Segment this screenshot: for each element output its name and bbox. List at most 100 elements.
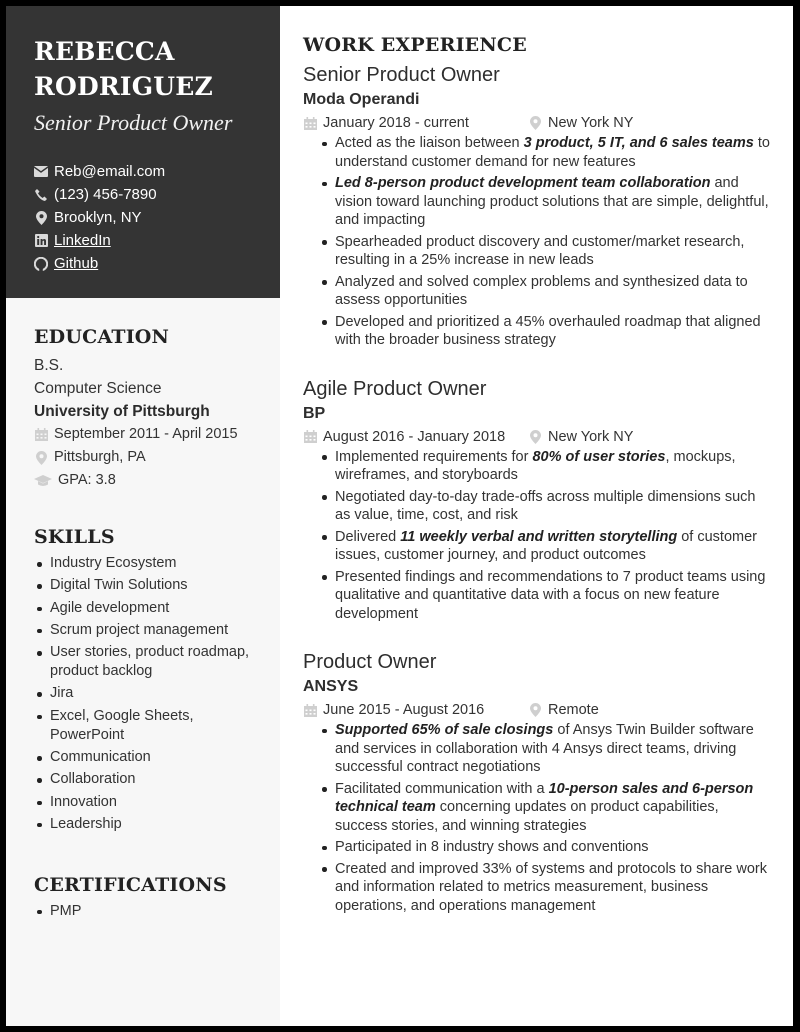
job-bullet: Created and improved 33% of systems and … <box>322 860 773 916</box>
skill-item: Communication <box>37 748 280 767</box>
job-bullet: Facilitated communication with a 10-pers… <box>322 780 773 836</box>
contact-email: Reb@email.com <box>34 160 280 183</box>
profile-header: REBECCA RODRIGUEZ Senior Product Owner R… <box>6 6 280 298</box>
company-name: ANSYS <box>303 678 359 695</box>
job-dates: August 2016 - January 2018 <box>303 426 528 448</box>
degree: B.S. <box>34 357 64 374</box>
full-name: REBECCA RODRIGUEZ <box>34 34 280 104</box>
job-entry: Agile Product Owner BP August 2016 - Jan… <box>303 376 773 624</box>
last-name: RODRIGUEZ <box>34 72 213 101</box>
map-pin-icon <box>528 429 542 444</box>
education-dates: September 2011 - April 2015 <box>34 423 280 446</box>
job-bullet: Delivered 11 weekly verbal and written s… <box>322 528 773 565</box>
skill-item: Industry Ecosystem <box>37 554 280 573</box>
highlight-text: Led 8-person product development team co… <box>335 175 711 191</box>
job-meta: January 2018 - current New York NY <box>303 112 773 134</box>
education-section: EDUCATION B.S. Computer Science Universi… <box>6 326 280 492</box>
job-dates: January 2018 - current <box>303 112 528 134</box>
job-bullet: Supported 65% of sale closings of Ansys … <box>322 721 773 777</box>
map-pin-icon <box>528 703 542 717</box>
job-bullet: Spearheaded product discovery and custom… <box>322 233 773 270</box>
job-title: Agile Product Owner <box>303 377 487 400</box>
highlight-text: 11 weekly verbal and written storytellin… <box>400 528 678 545</box>
job-bullets: Acted as the liaison between 3 product, … <box>303 134 773 350</box>
calendar-icon <box>303 703 317 717</box>
company-name: BP <box>303 404 326 422</box>
certifications-list: PMP <box>34 902 280 921</box>
job-location: New York NY <box>528 112 633 134</box>
map-pin-icon <box>34 210 48 225</box>
job-list: Senior Product Owner Moda Operandi Janua… <box>303 62 773 915</box>
job-bullet: Acted as the liaison between 3 product, … <box>322 134 773 171</box>
job-location-text: New York NY <box>548 428 634 445</box>
calendar-icon <box>303 116 317 130</box>
location-text: Brooklyn, NY <box>54 209 142 226</box>
skill-item: Excel, Google Sheets, PowerPoint <box>37 707 230 745</box>
job-dates: June 2015 - August 2016 <box>303 699 528 721</box>
skill-item: Agile development <box>37 599 280 618</box>
skills-list: Industry Ecosystem Digital Twin Solution… <box>34 554 280 834</box>
job-bullet: Presented findings and recommendations t… <box>322 568 773 624</box>
github-link[interactable]: Github <box>54 255 98 272</box>
education-location-text: Pittsburgh, PA <box>54 449 146 465</box>
first-name: REBECCA <box>34 37 175 66</box>
linkedin-icon <box>34 234 48 248</box>
github-icon <box>34 256 48 271</box>
job-title: Senior Product Owner <box>303 64 500 86</box>
phone-icon <box>34 188 48 202</box>
job-meta: August 2016 - January 2018 New York NY <box>303 426 773 448</box>
skill-item: Innovation <box>37 793 280 812</box>
education-heading: EDUCATION <box>34 326 170 348</box>
education-location: Pittsburgh, PA <box>34 446 280 469</box>
job-meta: June 2015 - August 2016 Remote <box>303 699 773 721</box>
skill-item: Leadership <box>37 815 280 834</box>
email-text: Reb@email.com <box>54 163 166 180</box>
certifications-section: CERTIFICATIONS PMP <box>6 874 280 921</box>
skill-item: Collaboration <box>37 770 280 789</box>
skill-item: Scrum project management <box>37 621 280 640</box>
contact-location: Brooklyn, NY <box>34 206 280 229</box>
education-dates-text: September 2011 - April 2015 <box>54 426 238 442</box>
graduation-cap-icon <box>34 474 52 488</box>
job-dates-text: January 2018 - current <box>323 115 469 131</box>
phone-text: (123) 456-7890 <box>54 186 157 203</box>
contact-github[interactable]: Github <box>34 252 280 275</box>
job-bullet: Led 8-person product development team co… <box>322 174 773 230</box>
resume-page: REBECCA RODRIGUEZ Senior Product Owner R… <box>6 6 793 1026</box>
job-bullet: Analyzed and solved complex problems and… <box>322 273 773 310</box>
job-bullet: Developed and prioritized a 45% overhaul… <box>322 313 773 350</box>
map-pin-icon <box>34 450 48 465</box>
job-location-text: New York NY <box>548 115 634 131</box>
highlight-text: 3 product, 5 IT, and 6 sales teams <box>523 135 754 151</box>
job-bullets: Supported 65% of sale closings of Ansys … <box>303 721 773 915</box>
certifications-heading: CERTIFICATIONS <box>34 873 227 896</box>
job-location-text: Remote <box>548 702 599 718</box>
contact-linkedin[interactable]: LinkedIn <box>34 229 280 252</box>
contact-phone: (123) 456-7890 <box>34 183 280 206</box>
job-bullet: Negotiated day-to-day trade-offs across … <box>322 488 773 525</box>
envelope-icon <box>34 165 48 179</box>
profile-title: Senior Product Owner <box>34 110 233 135</box>
highlight-text: 10-person sales and 6-person technical t… <box>335 780 754 816</box>
linkedin-link[interactable]: LinkedIn <box>54 232 111 249</box>
sidebar: REBECCA RODRIGUEZ Senior Product Owner R… <box>6 6 280 1026</box>
job-entry: Senior Product Owner Moda Operandi Janua… <box>303 62 773 350</box>
skills-heading: SKILLS <box>34 526 115 548</box>
skill-item: Jira <box>37 684 280 703</box>
skill-item: User stories, product roadmap, product b… <box>37 644 250 680</box>
job-entry: Product Owner ANSYS June 2015 - August 2… <box>303 649 773 915</box>
highlight-text: Supported 65% of sale closings <box>335 722 554 738</box>
field-of-study: Computer Science <box>34 380 162 397</box>
job-bullets: Implemented requirements for 80% of user… <box>303 448 773 624</box>
job-bullet: Participated in 8 industry shows and con… <box>322 838 773 857</box>
job-title: Product Owner <box>303 651 437 673</box>
work-experience-heading: WORK EXPERIENCE <box>303 34 527 56</box>
skill-item: Digital Twin Solutions <box>37 576 280 595</box>
calendar-icon <box>34 428 48 442</box>
map-pin-icon <box>528 116 542 130</box>
contact-list: Reb@email.com (123) 456-7890 Brooklyn, N… <box>34 160 280 275</box>
job-location: Remote <box>528 699 599 721</box>
calendar-icon <box>303 430 317 444</box>
education-gpa: GPA: 3.8 <box>34 469 280 492</box>
company-name: Moda Operandi <box>303 91 420 108</box>
